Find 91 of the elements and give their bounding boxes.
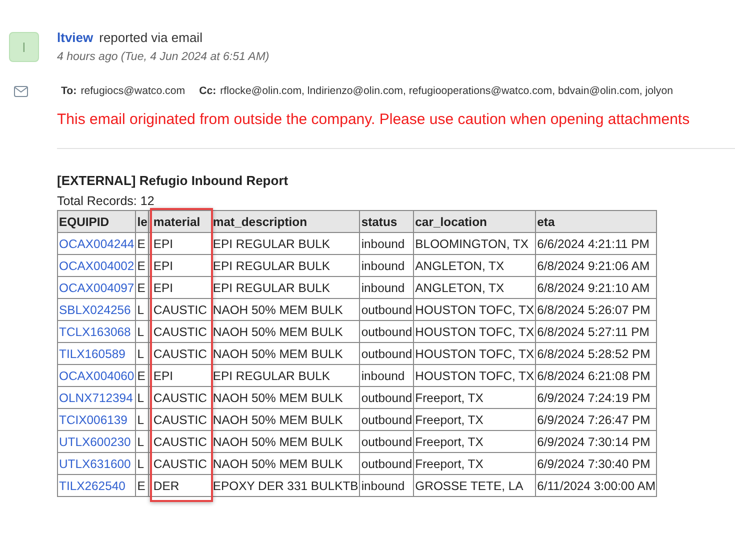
avatar: l	[9, 32, 39, 62]
column-header: le	[136, 210, 149, 232]
table-cell: E	[136, 474, 149, 496]
total-records: Total Records: 12	[57, 194, 156, 208]
report-title: [EXTERNAL] Refugio Inbound Report	[57, 173, 290, 188]
table-cell: ANGLETON, TX	[414, 276, 536, 298]
table-cell: EPOXY DER 331 BULKTB	[211, 474, 360, 496]
equipment-link[interactable]: TCIX006139	[58, 408, 136, 430]
table-cell: 6/11/2024 3:00:00 AM	[536, 474, 657, 496]
column-header: eta	[536, 210, 657, 232]
table-cell: EPI REGULAR BULK	[211, 254, 360, 276]
table-cell: NAOH 50% MEM BULK	[211, 342, 360, 364]
table-cell: E	[136, 254, 149, 276]
action-text: reported via email	[99, 30, 202, 45]
table-cell: inbound	[360, 364, 414, 386]
table-cell: 6/8/2024 9:21:10 AM	[536, 276, 657, 298]
table-cell: Freeport, TX	[414, 408, 536, 430]
to-address: refugiocs@watco.com	[80, 85, 186, 97]
to-label: To:	[61, 85, 77, 97]
equipment-link[interactable]: TCLX163068	[58, 320, 136, 342]
table-cell: ANGLETON, TX	[414, 254, 536, 276]
table-cell: GROSSE TETE, LA	[414, 474, 536, 496]
equipment-link[interactable]: OLNX712394	[58, 386, 136, 408]
table-cell: outbound	[360, 430, 414, 452]
column-header: car_location	[414, 210, 536, 232]
equipment-link[interactable]: SBLX024256	[58, 298, 136, 320]
table-cell: Freeport, TX	[414, 386, 536, 408]
table-cell: EPI REGULAR BULK	[211, 232, 360, 254]
table-cell: L	[136, 452, 149, 474]
table-cell: outbound	[360, 320, 414, 342]
table-cell: 6/8/2024 9:21:06 AM	[536, 254, 657, 276]
column-header: EQUIPID	[58, 210, 136, 232]
table-cell: 6/8/2024 5:26:07 PM	[536, 298, 657, 320]
table-cell: Freeport, TX	[414, 452, 536, 474]
table-cell: outbound	[360, 408, 414, 430]
table-cell: 6/6/2024 4:21:11 PM	[536, 232, 657, 254]
table-cell: NAOH 50% MEM BULK	[211, 452, 360, 474]
table-cell: L	[136, 408, 149, 430]
table-cell: inbound	[360, 474, 414, 496]
table-cell: E	[136, 232, 149, 254]
table-cell: L	[136, 342, 149, 364]
table-cell: 6/9/2024 7:30:14 PM	[536, 430, 657, 452]
table-cell: NAOH 50% MEM BULK	[211, 298, 360, 320]
table-cell: L	[136, 386, 149, 408]
table-cell: EPI REGULAR BULK	[211, 364, 360, 386]
table-cell: 6/9/2024 7:24:19 PM	[536, 386, 657, 408]
table-cell: 6/8/2024 5:28:52 PM	[536, 342, 657, 364]
warning-text: This email originated from outside the company. Please use caution when opening attachments	[57, 111, 691, 128]
timestamp: 4 hours ago (Tue, 4 Jun 2024 at 6:51 AM)	[57, 51, 270, 63]
table-cell: outbound	[360, 386, 414, 408]
table-cell: 6/8/2024 5:27:11 PM	[536, 320, 657, 342]
table-cell: outbound	[360, 342, 414, 364]
equipment-link[interactable]: OCAX004060	[58, 364, 136, 386]
table-cell: NAOH 50% MEM BULK	[211, 430, 360, 452]
table-cell: inbound	[360, 254, 414, 276]
table-cell: Freeport, TX	[414, 430, 536, 452]
cc-label: Cc:	[199, 85, 216, 97]
table-cell: L	[136, 430, 149, 452]
table-cell: NAOH 50% MEM BULK	[211, 408, 360, 430]
table-cell: outbound	[360, 452, 414, 474]
table-cell: HOUSTON TOFC, TX	[414, 342, 536, 364]
equipment-link[interactable]: UTLX631600	[58, 452, 136, 474]
table-cell: L	[136, 320, 149, 342]
sender-link[interactable]: ltview	[57, 30, 94, 45]
equipment-link[interactable]: OCAX004244	[58, 232, 136, 254]
table-cell: 6/9/2024 7:30:40 PM	[536, 452, 657, 474]
equipment-link[interactable]: OCAX004002	[58, 254, 136, 276]
table-cell: NAOH 50% MEM BULK	[211, 386, 360, 408]
column-header: status	[360, 210, 414, 232]
column-header: material	[148, 210, 212, 232]
equipment-link[interactable]: OCAX004097	[58, 276, 136, 298]
table-cell: BLOOMINGTON, TX	[414, 232, 536, 254]
table-cell: L	[136, 298, 149, 320]
cc-addresses: rflocke@olin.com, lndirienzo@olin.com, refugiooperations@watco.com, bdvain@olin.com, jolyon	[220, 85, 673, 97]
table-cell: HOUSTON TOFC, TX	[414, 364, 536, 386]
equipment-link[interactable]: TILX160589	[58, 342, 136, 364]
column-header: mat_description	[211, 210, 360, 232]
table-cell: outbound	[360, 298, 414, 320]
table-cell: inbound	[360, 232, 414, 254]
table-cell: E	[136, 276, 149, 298]
table-cell: EPI REGULAR BULK	[211, 276, 360, 298]
mail-icon	[14, 86, 28, 96]
table-cell: E	[136, 364, 149, 386]
table-cell: inbound	[360, 276, 414, 298]
table-cell: HOUSTON TOFC, TX	[414, 320, 536, 342]
table-cell: 6/8/2024 6:21:08 PM	[536, 364, 657, 386]
table-cell: HOUSTON TOFC, TX	[414, 298, 536, 320]
table-cell: NAOH 50% MEM BULK	[211, 320, 360, 342]
equipment-link[interactable]: TILX262540	[58, 474, 136, 496]
table-cell: 6/9/2024 7:26:47 PM	[536, 408, 657, 430]
equipment-link[interactable]: UTLX600230	[58, 430, 136, 452]
